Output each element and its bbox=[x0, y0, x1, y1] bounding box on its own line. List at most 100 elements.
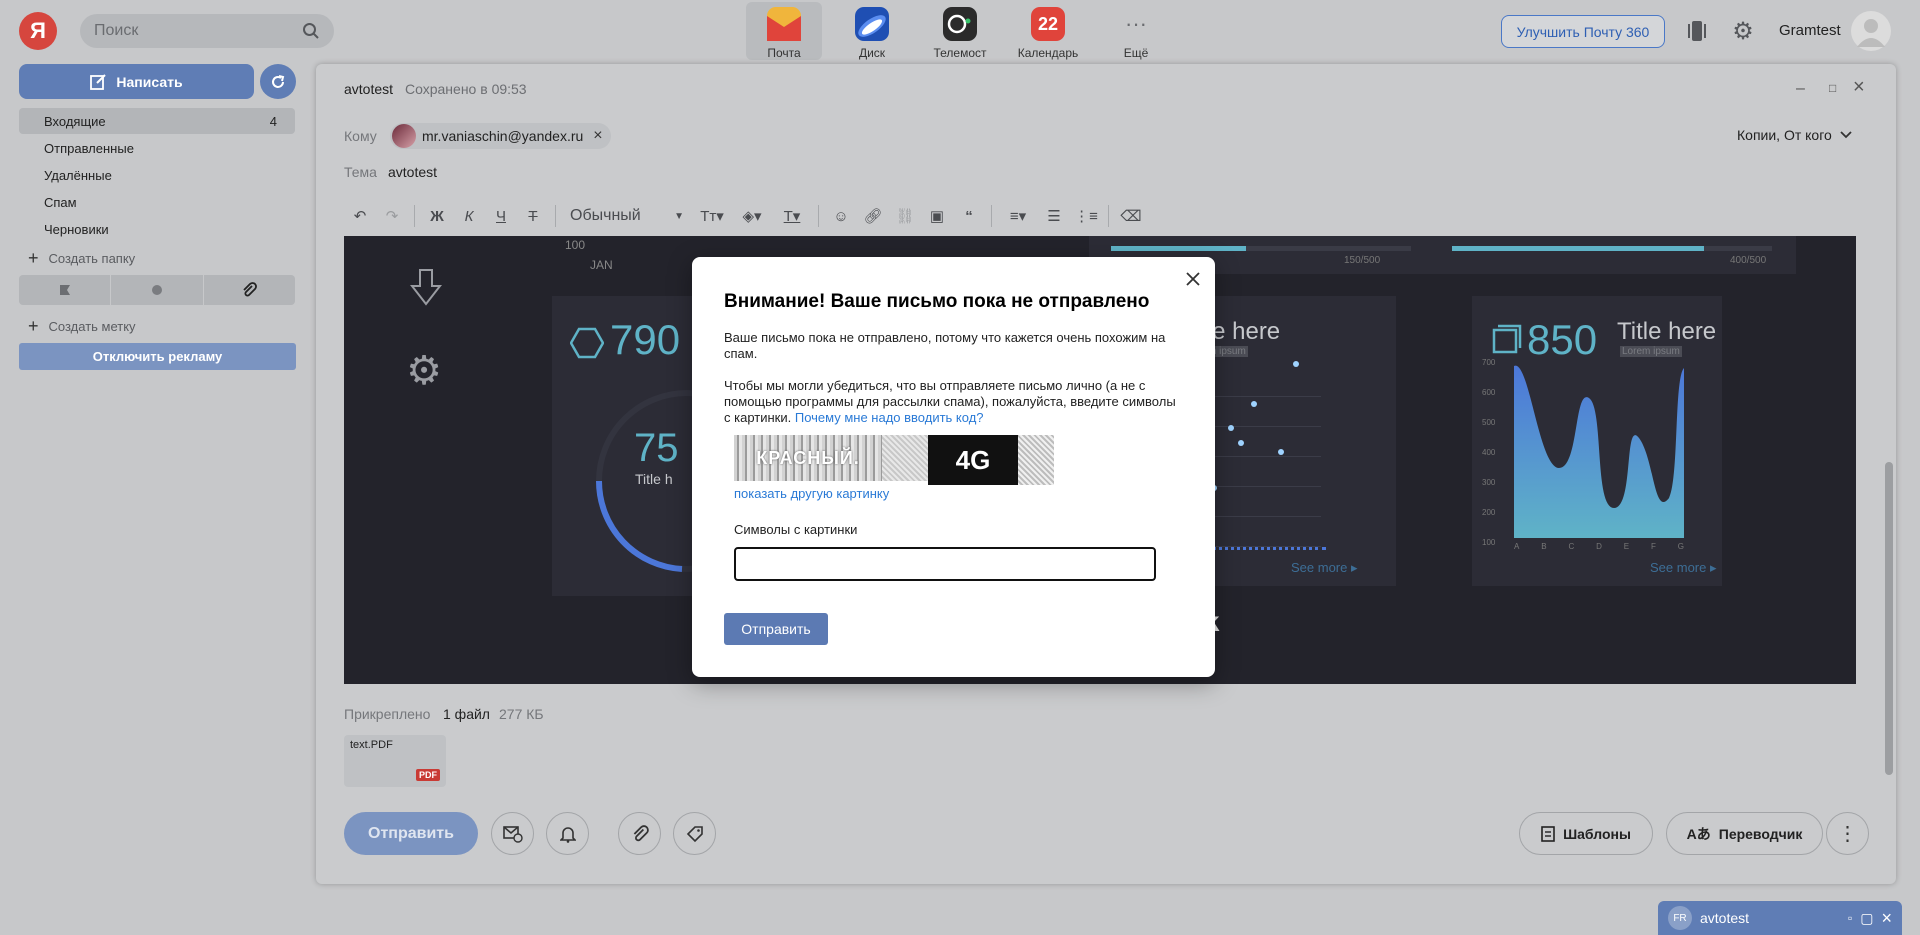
folder-label: Спам bbox=[44, 194, 77, 210]
mail-icon bbox=[767, 7, 801, 41]
copies-toggle[interactable]: Копии, От кого bbox=[1737, 127, 1852, 143]
avatar[interactable] bbox=[1851, 11, 1891, 51]
chevron-down-icon bbox=[1840, 131, 1852, 139]
create-label-link[interactable]: + Создать метку bbox=[28, 316, 136, 337]
app-label: Календарь bbox=[1017, 46, 1079, 60]
minimize-icon[interactable]: ▫ bbox=[1848, 911, 1852, 925]
scrollbar[interactable] bbox=[1885, 462, 1893, 775]
align-icon[interactable]: ≡▾ bbox=[998, 204, 1038, 228]
font-size-icon[interactable]: Tт▾ bbox=[692, 204, 732, 228]
disable-ads-button[interactable]: Отключить рекламу bbox=[19, 343, 296, 370]
compose-button[interactable]: Написать bbox=[19, 64, 254, 99]
see-more-link: See more ▸ bbox=[1291, 560, 1358, 575]
create-folder-link[interactable]: + Создать папку bbox=[28, 248, 135, 269]
more-vertical-icon[interactable]: ⋮ bbox=[1826, 812, 1869, 855]
folder-deleted[interactable]: Удалённые bbox=[19, 162, 295, 188]
copies-label: Копии, От кого bbox=[1737, 127, 1832, 143]
scheduled-send-icon[interactable] bbox=[491, 812, 534, 855]
dot-icon[interactable] bbox=[111, 275, 204, 305]
folder-spam[interactable]: Спам bbox=[19, 189, 295, 215]
reminder-bell-icon[interactable] bbox=[546, 812, 589, 855]
app-label: Телемост bbox=[933, 46, 987, 60]
paperclip-icon[interactable] bbox=[204, 275, 295, 305]
fill-color-icon[interactable]: ◈▾ bbox=[732, 204, 772, 228]
upgrade-button[interactable]: Улучшить Почту 360 bbox=[1501, 15, 1665, 48]
x-tick: A bbox=[1514, 542, 1520, 551]
strikethrough-icon[interactable]: T bbox=[517, 204, 549, 228]
x-tick: G bbox=[1677, 542, 1684, 551]
bullet-list-icon[interactable]: ☰ bbox=[1038, 204, 1070, 228]
x-tick: F bbox=[1650, 542, 1656, 551]
folder-label: Удалённые bbox=[44, 167, 112, 183]
format-toolbar: ↶ ↷ Ж К Ч T Обычный ▼ Tт▾ ◈▾ T▾ ☺ 🔗︎ ⛓︎ ▣… bbox=[344, 204, 1147, 228]
hexagon-icon bbox=[570, 326, 604, 360]
bold-icon[interactable]: Ж bbox=[421, 204, 453, 228]
subject-input[interactable]: avtotest bbox=[388, 164, 437, 180]
numbered-list-icon[interactable]: ⋮≡ bbox=[1070, 204, 1102, 228]
phone-icon[interactable] bbox=[1685, 19, 1709, 43]
text-style-select[interactable]: Обычный ▼ bbox=[562, 204, 692, 228]
other-picture-link[interactable]: показать другую картинку bbox=[734, 486, 889, 501]
underline-icon[interactable]: Ч bbox=[485, 204, 517, 228]
app-label: Почта bbox=[767, 46, 801, 60]
clear-format-icon[interactable]: ⌫ bbox=[1115, 204, 1147, 228]
quote-icon[interactable]: “ bbox=[953, 204, 985, 228]
app-more[interactable]: ··· Ещё bbox=[1098, 2, 1174, 60]
image-icon[interactable]: ▣ bbox=[921, 204, 953, 228]
unlink-icon[interactable]: ⛓︎ bbox=[889, 204, 921, 228]
folder-drafts[interactable]: Черновики bbox=[19, 216, 295, 242]
refresh-button[interactable] bbox=[260, 64, 296, 99]
attachment-file[interactable]: text.PDF PDF bbox=[344, 735, 446, 787]
flag-icon[interactable] bbox=[19, 275, 112, 305]
text-style-value: Обычный bbox=[570, 207, 641, 224]
gear-icon[interactable]: ⚙ bbox=[1730, 18, 1756, 45]
templates-button[interactable]: Шаблоны bbox=[1519, 812, 1653, 855]
captcha-input[interactable] bbox=[734, 547, 1156, 581]
yandex-logo[interactable]: Я bbox=[19, 12, 57, 50]
send-button[interactable]: Отправить bbox=[344, 812, 478, 855]
plus-icon: + bbox=[28, 316, 39, 336]
attach-icon[interactable] bbox=[618, 812, 661, 855]
folder-inbox[interactable]: Входящие 4 bbox=[19, 108, 295, 134]
attached-size: 277 КБ bbox=[499, 706, 544, 722]
card-subtitle: Lorem ipsum bbox=[1620, 346, 1682, 357]
y-tick: 400 bbox=[1482, 448, 1496, 457]
translator-button[interactable]: Aあ Переводчик bbox=[1666, 812, 1823, 855]
close-icon[interactable] bbox=[1183, 269, 1203, 289]
app-mail[interactable]: Почта bbox=[746, 2, 822, 60]
close-icon[interactable]: × bbox=[1853, 76, 1865, 99]
dialog-text-2: Чтобы мы могли убедиться, что вы отправл… bbox=[724, 378, 1184, 426]
undo-icon[interactable]: ↶ bbox=[344, 204, 376, 228]
recipient-chip[interactable]: mr.vaniaschin@yandex.ru × bbox=[390, 123, 611, 149]
app-disk[interactable]: Диск bbox=[834, 2, 910, 60]
close-icon[interactable]: × bbox=[1881, 908, 1892, 929]
see-more-link: See more ▸ bbox=[1650, 560, 1717, 575]
redo-icon[interactable]: ↷ bbox=[376, 204, 408, 228]
app-label: Ещё bbox=[1123, 46, 1149, 60]
app-telemost[interactable]: Телемост bbox=[922, 2, 998, 60]
search-input[interactable]: Поиск bbox=[80, 14, 334, 48]
area-chart bbox=[1514, 365, 1684, 538]
compose-label: Написать bbox=[116, 73, 183, 90]
why-code-link[interactable]: Почему мне надо вводить код? bbox=[795, 410, 984, 425]
text-color-icon[interactable]: T▾ bbox=[772, 204, 812, 228]
expand-icon[interactable]: □ bbox=[1829, 81, 1836, 95]
expand-icon[interactable]: ▢ bbox=[1860, 910, 1873, 927]
minimized-compose[interactable]: FR avtotest ▫ ▢ × bbox=[1658, 901, 1902, 935]
search-placeholder: Поиск bbox=[94, 22, 139, 39]
translate-icon: Aあ bbox=[1686, 825, 1711, 842]
y-tick: 700 bbox=[1482, 358, 1496, 367]
tag-icon[interactable] bbox=[673, 812, 716, 855]
emoji-icon[interactable]: ☺ bbox=[825, 204, 857, 228]
app-calendar[interactable]: 22 Календарь bbox=[1010, 2, 1086, 60]
italic-icon[interactable]: К bbox=[453, 204, 485, 228]
caret-icon: ▼ bbox=[674, 210, 684, 222]
folder-label: Входящие bbox=[44, 113, 106, 129]
minimize-icon[interactable]: – bbox=[1796, 80, 1805, 98]
remove-recipient-icon[interactable]: × bbox=[593, 127, 602, 145]
dialog-send-button[interactable]: Отправить bbox=[724, 613, 828, 645]
attached-label: Прикреплено bbox=[344, 706, 431, 722]
search-icon[interactable] bbox=[302, 22, 320, 40]
link-icon[interactable]: 🔗︎ bbox=[857, 204, 889, 228]
folder-sent[interactable]: Отправленные bbox=[19, 135, 295, 161]
